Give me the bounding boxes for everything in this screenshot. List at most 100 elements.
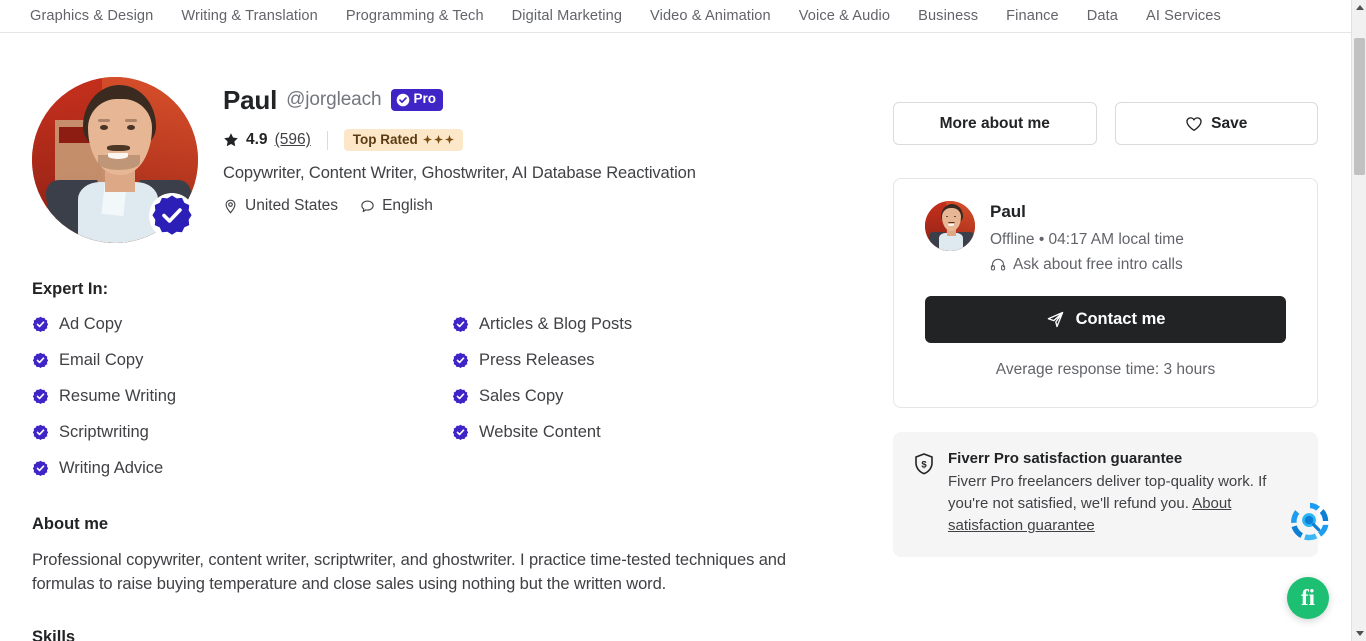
guarantee-title: Fiverr Pro satisfaction guarantee xyxy=(948,450,1183,467)
more-about-me-label: More about me xyxy=(939,114,1050,132)
contact-me-label: Contact me xyxy=(1075,310,1166,328)
contact-status: Offline • 04:17 AM local time xyxy=(990,231,1184,248)
name-row: Paul @jorgleach Pro xyxy=(223,84,862,116)
location-pin-icon xyxy=(225,199,236,214)
username: @jorgleach xyxy=(286,89,382,110)
expert-item-label: Writing Advice xyxy=(59,458,164,477)
expert-item-website-content: Website Content xyxy=(452,421,862,443)
satisfaction-guarantee-card: $ Fiverr Pro satisfaction guarantee Five… xyxy=(893,432,1318,557)
about-me-section: About me Professional copywriter, conten… xyxy=(32,515,862,596)
nav-item-finance[interactable]: Finance xyxy=(1006,8,1059,24)
guarantee-description: Fiverr Pro freelancers deliver top-quali… xyxy=(948,471,1293,537)
nav-item-video-animation[interactable]: Video & Animation xyxy=(650,8,771,24)
check-badge-icon xyxy=(32,460,49,476)
nav-item-graphics-design[interactable]: Graphics & Design xyxy=(30,8,153,24)
profile-info: Paul @jorgleach Pro 4.9 (596) Top Rated … xyxy=(198,77,862,243)
reviews-count-link[interactable]: (596) xyxy=(275,131,311,149)
skills-section: Skills Adobe Photoshop expert Adobe Prem… xyxy=(32,628,862,641)
top-rated-label: Top Rated xyxy=(352,132,418,147)
fiverr-logo-icon: fi xyxy=(1300,584,1316,610)
expert-item-label: Scriptwriting xyxy=(59,422,149,441)
guarantee-text-block: Fiverr Pro satisfaction guarantee Fiverr… xyxy=(948,450,1293,537)
top-rated-diamonds-icon xyxy=(422,135,454,144)
contact-intro-calls: Ask about free intro calls xyxy=(990,256,1184,274)
nav-item-writing-translation[interactable]: Writing & Translation xyxy=(181,8,317,24)
contact-intro-calls-label: Ask about free intro calls xyxy=(1013,256,1183,273)
profile-right-column: More about me Save Paul Offline • 04:17 … xyxy=(893,34,1318,557)
profile-roles: Copywriter, Content Writer, Ghostwriter,… xyxy=(223,164,696,182)
profile-header: Paul @jorgleach Pro 4.9 (596) Top Rated … xyxy=(32,34,862,243)
check-badge-icon xyxy=(32,424,49,440)
expert-item-label: Email Copy xyxy=(59,350,144,369)
expert-item-label: Ad Copy xyxy=(59,314,123,333)
search-assistant-icon[interactable] xyxy=(1287,499,1333,545)
expert-item-label: Press Releases xyxy=(479,350,595,369)
pro-badge-label: Pro xyxy=(413,91,437,107)
language-item: English xyxy=(360,197,433,215)
contact-name: Paul xyxy=(990,202,1026,221)
contact-avatar[interactable] xyxy=(925,201,975,251)
send-icon xyxy=(1047,311,1063,328)
expert-in-section: Expert In: Ad Copy Email Copy Resume Wri… xyxy=(32,280,862,479)
save-button[interactable]: Save xyxy=(1114,102,1318,145)
check-circle-icon xyxy=(396,93,409,106)
speech-bubble-icon xyxy=(361,200,374,212)
nav-item-voice-audio[interactable]: Voice & Audio xyxy=(799,8,890,24)
page-scrollbar[interactable] xyxy=(1351,0,1366,641)
shield-dollar-icon: $ xyxy=(915,453,933,475)
more-about-me-button[interactable]: More about me xyxy=(893,102,1097,145)
headset-icon xyxy=(990,258,1006,271)
about-me-text: Professional copywriter, content writer,… xyxy=(32,551,786,593)
about-me-title: About me xyxy=(32,515,109,533)
expert-item-scriptwriting: Scriptwriting xyxy=(32,421,452,443)
contact-card-header: Paul Offline • 04:17 AM local time Ask a… xyxy=(925,201,1286,274)
expert-item-label: Sales Copy xyxy=(479,386,564,405)
check-badge-icon xyxy=(32,316,49,332)
fiverr-chat-button[interactable]: fi xyxy=(1287,577,1329,619)
contact-card-info: Paul Offline • 04:17 AM local time Ask a… xyxy=(990,201,1184,274)
expert-item-ad-copy: Ad Copy xyxy=(32,313,452,335)
check-badge-icon xyxy=(452,352,469,368)
profile-left-column: Paul @jorgleach Pro 4.9 (596) Top Rated … xyxy=(32,34,862,641)
expert-item-articles-blog-posts: Articles & Blog Posts xyxy=(452,313,862,335)
scrollbar-up-arrow[interactable] xyxy=(1352,0,1366,15)
profile-meta: United States English xyxy=(223,197,862,215)
nav-item-digital-marketing[interactable]: Digital Marketing xyxy=(512,8,622,24)
nav-item-data[interactable]: Data xyxy=(1087,8,1118,24)
contact-card: Paul Offline • 04:17 AM local time Ask a… xyxy=(893,178,1318,408)
expert-item-label: Website Content xyxy=(479,422,601,441)
average-response-time: Average response time: 3 hours xyxy=(995,361,1216,378)
category-nav: Graphics & Design Writing & Translation … xyxy=(0,0,1351,33)
svg-text:$: $ xyxy=(921,460,927,471)
verified-badge-icon xyxy=(149,193,195,239)
expert-item-label: Resume Writing xyxy=(59,386,177,405)
nav-item-ai-services[interactable]: AI Services xyxy=(1146,8,1221,24)
contact-me-button[interactable]: Contact me xyxy=(925,296,1286,343)
check-badge-icon xyxy=(452,424,469,440)
pro-badge: Pro xyxy=(390,89,444,111)
profile-page: Graphics & Design Writing & Translation … xyxy=(0,0,1366,641)
main-content: Paul @jorgleach Pro 4.9 (596) Top Rated … xyxy=(0,34,1351,641)
check-badge-icon xyxy=(452,388,469,404)
rating-row: 4.9 (596) Top Rated xyxy=(223,129,862,151)
nav-item-business[interactable]: Business xyxy=(918,8,978,24)
check-badge-icon xyxy=(452,316,469,332)
skills-title: Skills xyxy=(32,628,76,641)
check-badge-icon xyxy=(32,352,49,368)
profile-action-buttons: More about me Save xyxy=(893,102,1318,145)
top-rated-badge: Top Rated xyxy=(343,129,463,151)
language-label: English xyxy=(382,197,433,214)
check-badge-icon xyxy=(32,388,49,404)
scrollbar-thumb[interactable] xyxy=(1354,38,1365,175)
expert-item-label: Articles & Blog Posts xyxy=(479,314,633,333)
expert-item-writing-advice: Writing Advice xyxy=(32,457,452,479)
star-icon xyxy=(224,133,238,147)
expert-item-resume-writing: Resume Writing xyxy=(32,385,452,407)
scrollbar-down-arrow[interactable] xyxy=(1352,626,1366,641)
nav-item-programming-tech[interactable]: Programming & Tech xyxy=(346,8,484,24)
expert-in-title: Expert In: xyxy=(32,280,109,298)
save-label: Save xyxy=(1211,114,1248,132)
location-label: United States xyxy=(245,197,339,214)
avatar-wrapper xyxy=(32,77,198,243)
expert-in-grid: Ad Copy Email Copy Resume Writing Script… xyxy=(32,313,862,479)
